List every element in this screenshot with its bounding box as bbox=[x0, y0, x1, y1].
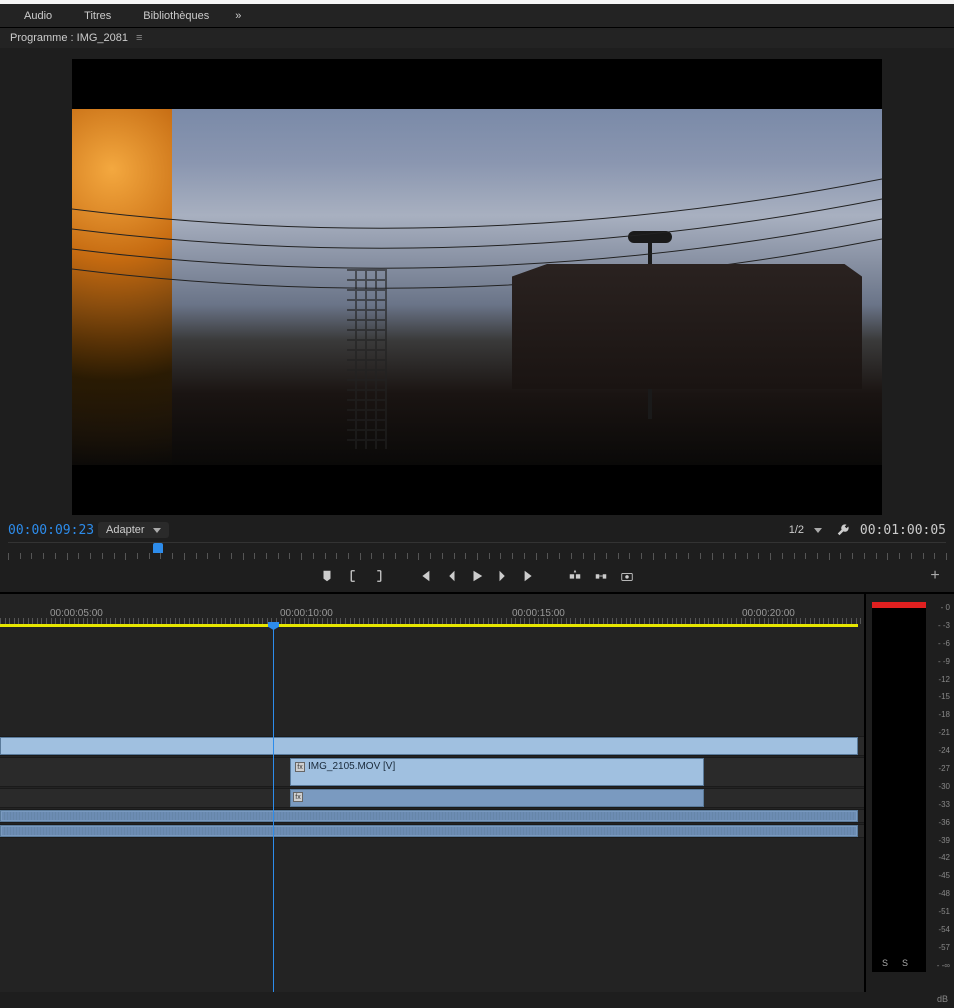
audio-meter-bars[interactable]: S S bbox=[872, 602, 926, 972]
meter-tick-label: - -6 bbox=[928, 640, 950, 648]
clip-a2-waveform[interactable] bbox=[0, 810, 858, 822]
chevron-down-icon bbox=[814, 528, 822, 533]
timeline-ruler[interactable]: 00:00:05:0000:00:10:0000:00:15:0000:00:2… bbox=[0, 594, 864, 624]
meter-tick-label: -30 bbox=[928, 783, 950, 791]
program-viewer[interactable] bbox=[72, 59, 882, 515]
clip-v2[interactable] bbox=[0, 737, 858, 755]
channel-label[interactable]: S bbox=[882, 958, 888, 968]
resolution-label: 1/2 bbox=[789, 524, 804, 536]
viewer-ruler[interactable] bbox=[8, 542, 946, 560]
ruler-label: 00:00:05:00 bbox=[50, 608, 103, 619]
program-sequence-name: IMG_2081 bbox=[77, 32, 128, 44]
meter-tick-label: - -9 bbox=[928, 658, 950, 666]
step-back-button[interactable] bbox=[440, 565, 462, 587]
meter-tick-label: -45 bbox=[928, 872, 950, 880]
zoom-label: Adapter bbox=[106, 524, 145, 536]
add-marker-button[interactable] bbox=[316, 565, 338, 587]
ruler-label: 00:00:10:00 bbox=[280, 608, 333, 619]
meter-tick-label: -36 bbox=[928, 819, 950, 827]
program-panel-header[interactable]: Programme : IMG_2081 ≡ bbox=[0, 28, 954, 48]
mark-out-button[interactable] bbox=[368, 565, 390, 587]
clip-a1[interactable]: fx bbox=[290, 789, 704, 807]
fx-badge-icon: fx bbox=[295, 762, 305, 772]
meter-tick-label: - -∞ bbox=[928, 962, 950, 970]
current-timecode[interactable]: 00:00:09:23 bbox=[8, 523, 98, 538]
waveform bbox=[2, 827, 856, 835]
meter-tick-label: -27 bbox=[928, 765, 950, 773]
audio-track-a2-top[interactable] bbox=[0, 809, 864, 823]
meter-tick-label: -21 bbox=[928, 729, 950, 737]
video-track-v2[interactable] bbox=[0, 736, 864, 756]
video-track-v1[interactable]: fxIMG_2105.MOV [V] bbox=[0, 757, 864, 787]
extract-button[interactable] bbox=[590, 565, 612, 587]
track-spacer bbox=[0, 635, 864, 735]
fx-badge-icon: fx bbox=[293, 792, 303, 802]
clip-indicator bbox=[872, 602, 926, 608]
channel-label[interactable]: S bbox=[902, 958, 908, 968]
timeline-playhead[interactable] bbox=[273, 624, 274, 992]
go-to-out-button[interactable] bbox=[518, 565, 540, 587]
tabs-overflow-button[interactable]: » bbox=[225, 6, 251, 26]
transport-bar: + bbox=[0, 560, 954, 592]
workspace-tabs: Audio Titres Bibliothèques » bbox=[0, 4, 954, 28]
step-forward-button[interactable] bbox=[492, 565, 514, 587]
db-label: dB bbox=[937, 994, 948, 1004]
meter-tick-label: -39 bbox=[928, 837, 950, 845]
meter-tick-label: -24 bbox=[928, 747, 950, 755]
program-title-prefix: Programme : bbox=[10, 32, 74, 44]
go-to-in-button[interactable] bbox=[414, 565, 436, 587]
meter-tick-label: - -3 bbox=[928, 622, 950, 630]
audio-track-a2-bottom[interactable] bbox=[0, 824, 864, 838]
clip-a2-waveform[interactable] bbox=[0, 825, 858, 837]
meter-tick-label: -18 bbox=[928, 711, 950, 719]
viewer-controls: 00:00:09:23 Adapter 1/2 00:01:00:05 bbox=[0, 518, 954, 542]
audio-track-a1[interactable]: fx bbox=[0, 788, 864, 808]
meter-scale: - 0 - -3 - -6 - -9 -12 -15 -18 -21 -24 -27 -30 -33 -… bbox=[928, 594, 954, 992]
work-area-bar[interactable] bbox=[0, 624, 858, 627]
meter-tick-label: -48 bbox=[928, 890, 950, 898]
play-button[interactable] bbox=[466, 565, 488, 587]
frame-content bbox=[72, 169, 882, 369]
mark-in-button[interactable] bbox=[342, 565, 364, 587]
chevron-down-icon bbox=[153, 528, 161, 533]
settings-icon[interactable] bbox=[836, 523, 850, 537]
timeline-panel: 00:00:05:0000:00:10:0000:00:15:0000:00:2… bbox=[0, 592, 954, 992]
lift-button[interactable] bbox=[564, 565, 586, 587]
frame-content bbox=[347, 269, 387, 449]
viewer-playhead[interactable] bbox=[153, 543, 163, 553]
meter-tick-label: -54 bbox=[928, 926, 950, 934]
video-frame bbox=[72, 109, 882, 465]
channel-labels: S S bbox=[882, 958, 908, 968]
total-timecode[interactable]: 00:01:00:05 bbox=[856, 523, 946, 538]
tab-bibliotheques[interactable]: Bibliothèques bbox=[127, 6, 225, 26]
frame-content bbox=[648, 239, 652, 419]
tab-audio[interactable]: Audio bbox=[8, 6, 68, 26]
panel-menu-icon[interactable]: ≡ bbox=[136, 32, 142, 44]
meter-tick-label: -15 bbox=[928, 693, 950, 701]
program-monitor-panel: Programme : IMG_2081 ≡ 00:00:09:23 bbox=[0, 28, 954, 592]
meter-tick-label: - 0 bbox=[928, 604, 950, 612]
meter-tick-label: -57 bbox=[928, 944, 950, 952]
audio-meter-panel: S S - 0 - -3 - -6 - -9 -12 -15 -18 -21 -24 -27 -30… bbox=[864, 594, 954, 992]
waveform bbox=[2, 812, 856, 820]
meter-tick-label: -42 bbox=[928, 854, 950, 862]
clip-label: fxIMG_2105.MOV [V] bbox=[291, 759, 703, 774]
clip-v1[interactable]: fxIMG_2105.MOV [V] bbox=[290, 758, 704, 786]
zoom-select[interactable]: Adapter bbox=[98, 522, 169, 538]
tab-titres[interactable]: Titres bbox=[68, 6, 127, 26]
tracks-container: fxIMG_2105.MOV [V] fx bbox=[0, 635, 864, 959]
timeline-tracks-area[interactable]: 00:00:05:0000:00:10:0000:00:15:0000:00:2… bbox=[0, 594, 864, 992]
viewer-area bbox=[0, 48, 954, 518]
meter-tick-label: -33 bbox=[928, 801, 950, 809]
meter-tick-label: -51 bbox=[928, 908, 950, 916]
resolution-select[interactable]: 1/2 bbox=[781, 522, 830, 538]
track-spacer bbox=[0, 839, 864, 959]
meter-tick-label: -12 bbox=[928, 676, 950, 684]
export-frame-button[interactable] bbox=[616, 565, 638, 587]
button-editor-button[interactable]: + bbox=[926, 567, 944, 585]
